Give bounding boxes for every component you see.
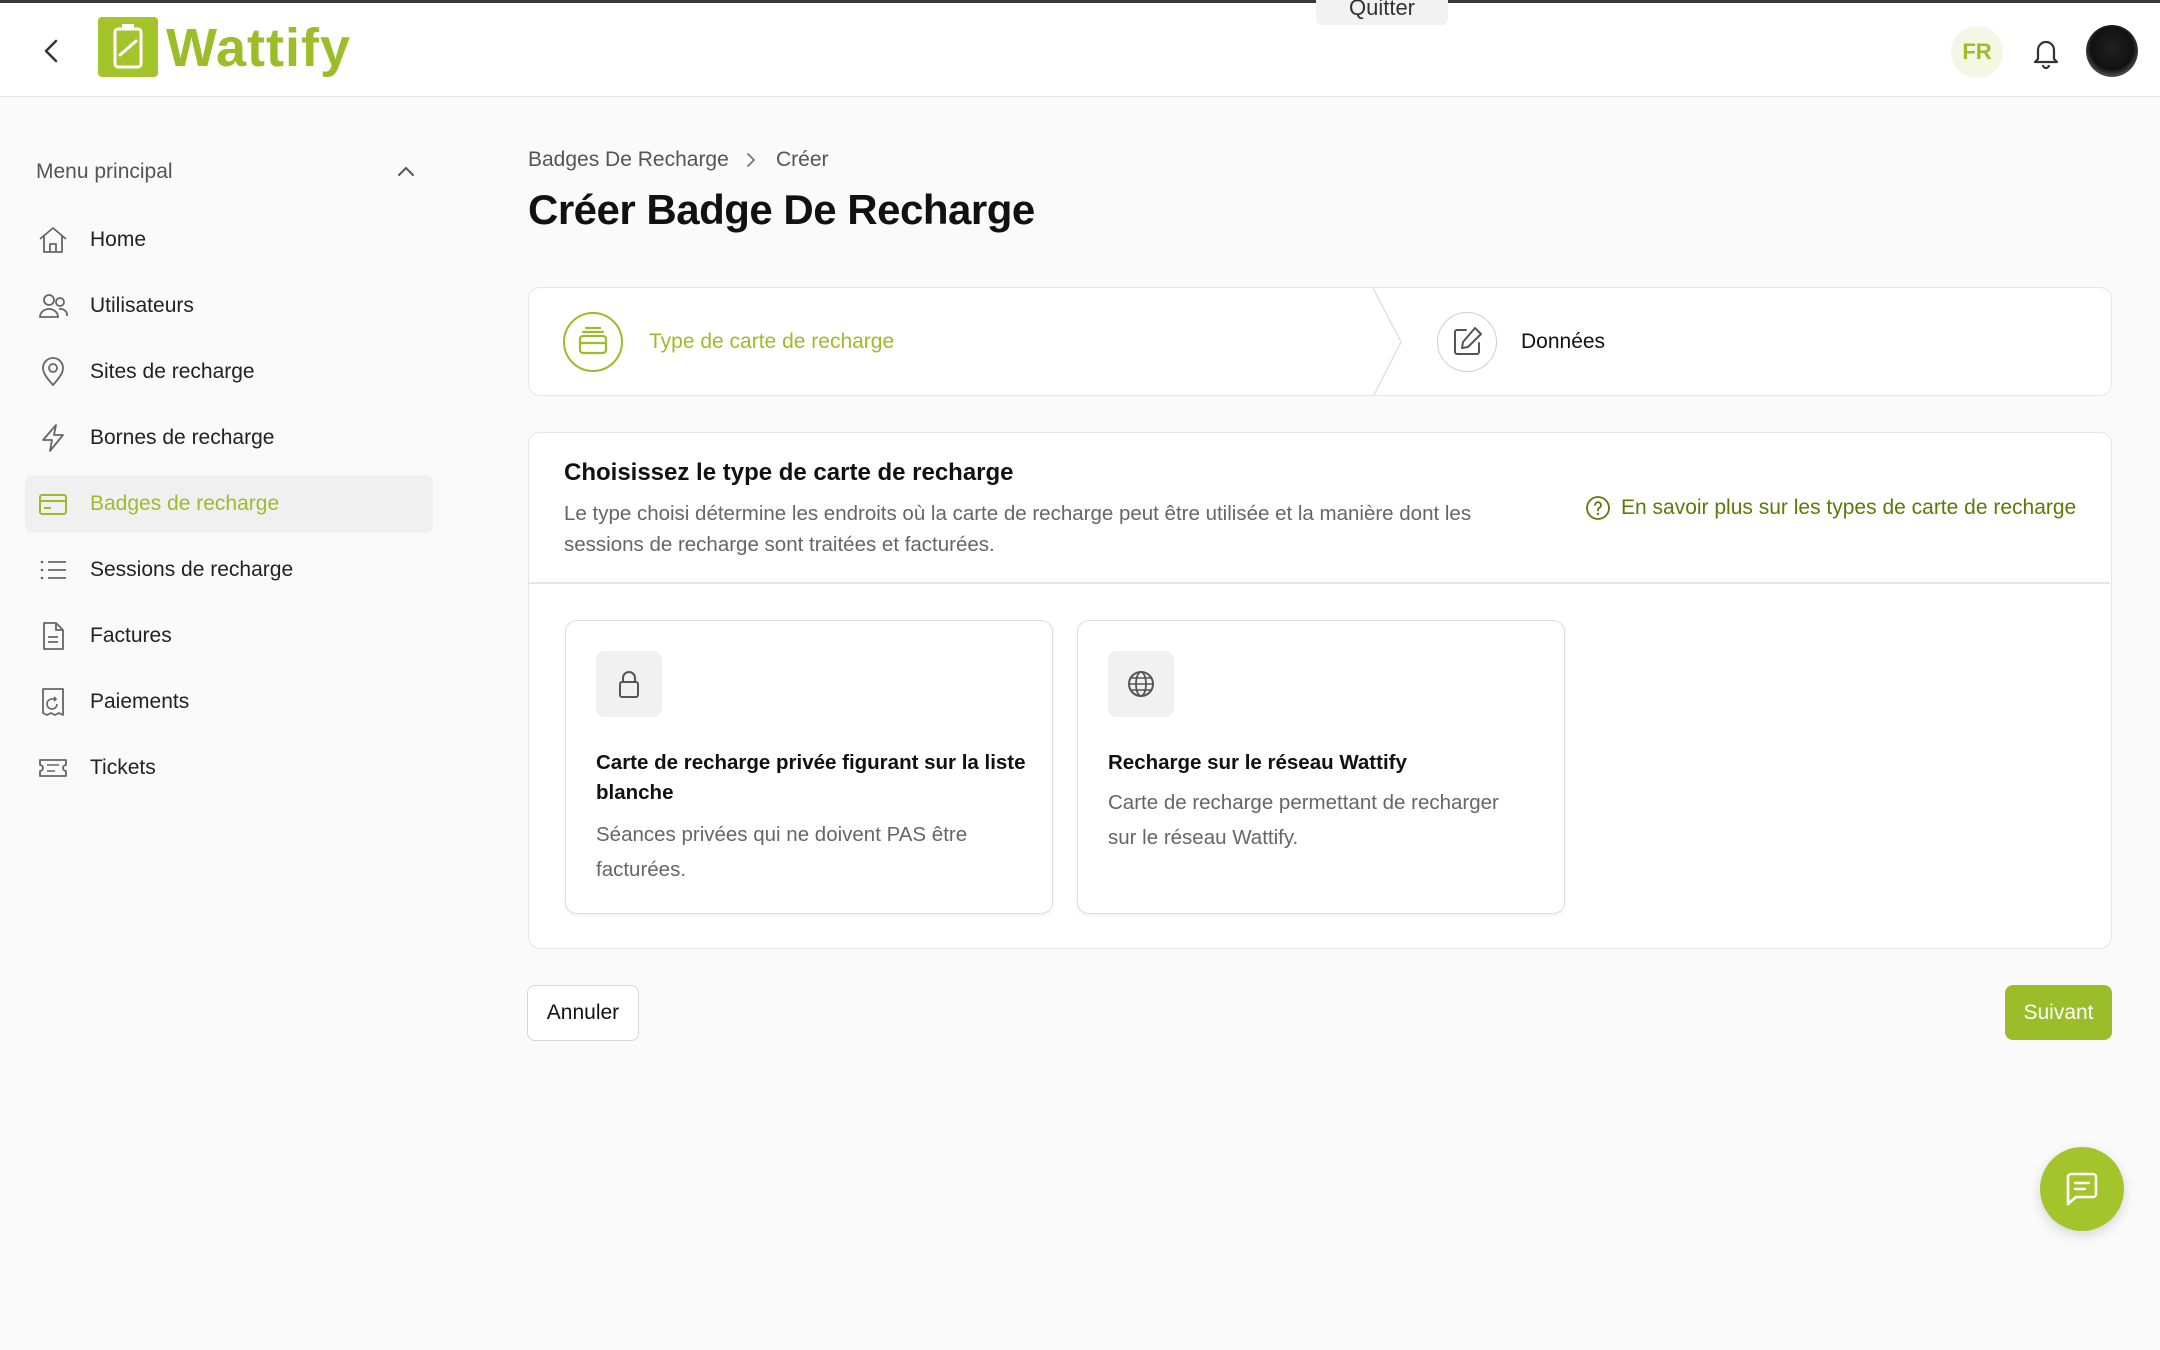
page-title: Créer Badge De Recharge xyxy=(528,186,1035,233)
stepper: Type de carte de recharge Données xyxy=(528,287,2112,396)
step-1-label[interactable]: Type de carte de recharge xyxy=(649,330,894,354)
app-logo-text: Wattify xyxy=(166,18,351,78)
sidebar-item-label: Bornes de recharge xyxy=(90,426,275,449)
option-title: Recharge sur le réseau Wattify xyxy=(1108,751,1407,774)
back-button[interactable] xyxy=(38,33,66,69)
credit-card-icon xyxy=(39,494,67,515)
sidebar-item-home[interactable]: Home xyxy=(25,211,433,269)
step-2-indicator[interactable] xyxy=(1437,312,1497,372)
breadcrumb-current: Créer xyxy=(776,148,829,171)
sidebar-item-bornes[interactable]: Bornes de recharge xyxy=(25,409,433,467)
panel-title: Choisissez le type de carte de recharge xyxy=(564,459,1014,486)
sidebar-item-label: Factures xyxy=(90,624,172,647)
step-divider xyxy=(1372,288,1402,395)
sidebar-item-label: Tickets xyxy=(90,756,156,779)
option-card-private-whitelist[interactable]: Carte de recharge privée figurant sur la… xyxy=(565,620,1053,914)
top-bar: Wattify Quitter FR xyxy=(0,0,2160,97)
panel-divider xyxy=(529,582,2110,584)
globe-icon xyxy=(1128,671,1154,697)
option-description: Carte de recharge permettant de recharge… xyxy=(1108,791,1499,849)
sidebar-item-label: Utilisateurs xyxy=(90,294,194,317)
chat-bubble-icon xyxy=(2066,1172,2098,1206)
sidebar-item-sessions[interactable]: Sessions de recharge xyxy=(25,541,433,599)
sidebar-item-label: Sites de recharge xyxy=(90,360,255,383)
option-title: Carte de recharge privée figurant sur la… xyxy=(596,751,1026,804)
logo-mark xyxy=(98,17,158,77)
sidebar-item-badges[interactable]: Badges de recharge xyxy=(25,475,433,533)
card-icon-container xyxy=(1108,651,1174,717)
battery-icon xyxy=(113,24,143,69)
chevron-right-icon xyxy=(747,153,756,167)
breadcrumb-parent-link[interactable]: Badges De Recharge xyxy=(528,148,729,172)
step-1-indicator[interactable] xyxy=(563,312,623,372)
sidebar-section-title: Menu principal xyxy=(36,160,173,183)
language-selector[interactable]: FR xyxy=(1951,26,2003,78)
quit-button[interactable]: Quitter xyxy=(1316,0,1448,25)
card-stack-icon xyxy=(578,326,608,355)
edit-icon xyxy=(1454,327,1482,355)
sidebar-item-tickets[interactable]: Tickets xyxy=(25,739,433,797)
sidebar-item-label: Badges de recharge xyxy=(90,492,280,515)
option-description: Séances privées qui ne doivent PAS être … xyxy=(596,823,968,881)
next-button[interactable]: Suivant xyxy=(2005,985,2112,1040)
users-icon xyxy=(39,294,68,318)
step-2-label[interactable]: Données xyxy=(1521,330,1605,354)
sidebar-item-sites[interactable]: Sites de recharge xyxy=(25,343,433,401)
help-link-label: En savoir plus sur les types de carte de… xyxy=(1621,496,2077,519)
option-card-wattify-network[interactable]: Recharge sur le réseau Wattify Carte de … xyxy=(1077,620,1565,914)
notifications-button[interactable] xyxy=(2030,35,2062,70)
card-icon-container xyxy=(596,651,662,717)
chevron-left-icon xyxy=(44,39,58,63)
cancel-button[interactable]: Annuler xyxy=(527,985,639,1041)
list-icon xyxy=(40,560,66,580)
lightning-icon xyxy=(42,424,64,452)
document-icon xyxy=(43,622,64,650)
location-pin-icon xyxy=(42,357,64,387)
sidebar-item-factures[interactable]: Factures xyxy=(25,607,433,665)
lock-icon xyxy=(619,671,639,698)
panel-description: Le type choisi détermine les endroits où… xyxy=(564,502,1472,556)
bell-icon xyxy=(2033,40,2059,70)
sidebar-item-label: Paiements xyxy=(90,690,190,713)
sidebar-item-utilisateurs[interactable]: Utilisateurs xyxy=(25,277,433,335)
user-avatar[interactable] xyxy=(2086,25,2138,77)
help-circle-icon xyxy=(1586,496,1610,520)
sidebar-item-label: Home xyxy=(90,228,147,251)
card-type-panel: Choisissez le type de carte de recharge … xyxy=(528,432,2112,949)
chat-button[interactable] xyxy=(2040,1147,2124,1231)
ticket-icon xyxy=(39,759,67,777)
home-icon xyxy=(39,227,67,253)
sidebar-item-label: Sessions de recharge xyxy=(90,558,294,581)
chevron-up-icon xyxy=(398,166,414,176)
sidebar-item-paiements[interactable]: Paiements xyxy=(25,673,433,731)
receipt-icon xyxy=(42,688,64,716)
sidebar-collapse-toggle[interactable] xyxy=(396,164,416,178)
